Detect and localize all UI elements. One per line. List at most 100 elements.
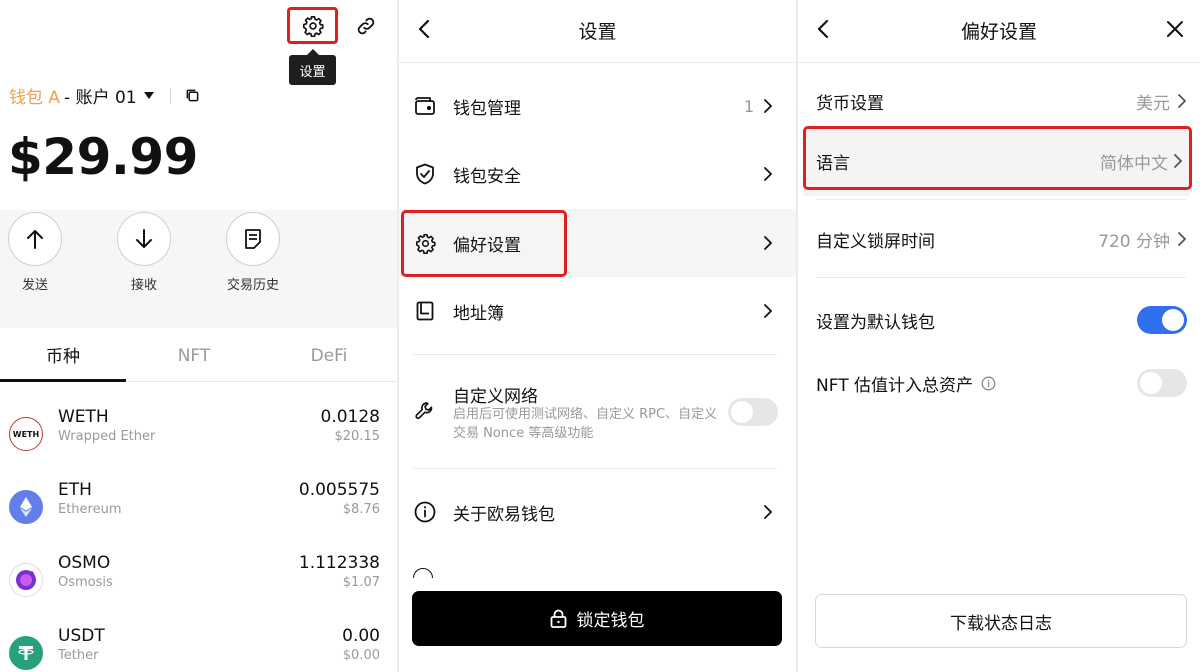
settings-header: 设置: [399, 0, 796, 60]
token-amount: 0.0128: [320, 407, 380, 427]
usdt-icon: [9, 636, 43, 670]
chevron-right-icon: [764, 99, 776, 113]
section-divider: [413, 468, 777, 469]
custom-network-description: 启用后可使用测试网络、自定义 RPC、自定义交易 Nonce 等高级功能: [453, 407, 718, 441]
section-divider: [816, 277, 1186, 278]
token-symbol: OSMO: [58, 553, 111, 573]
default-wallet-toggle[interactable]: [1137, 306, 1187, 334]
highlight-box: [401, 210, 567, 277]
header-divider: [399, 62, 796, 63]
token-symbol: WETH: [58, 407, 109, 427]
back-button[interactable]: [413, 17, 435, 41]
settings-item-label: 地址簿: [453, 303, 504, 324]
settings-item-wallet-management[interactable]: 钱包管理 1: [399, 72, 796, 140]
token-name: Ethereum: [58, 502, 122, 517]
token-name: Osmosis: [58, 575, 113, 590]
settings-item-wallet-security[interactable]: 钱包安全: [399, 140, 796, 208]
token-name: Wrapped Ether: [58, 429, 156, 444]
pref-item-label: 设置为默认钱包: [816, 312, 935, 333]
settings-item-about[interactable]: 关于欧易钱包: [399, 478, 796, 546]
shield-check-icon: [414, 163, 436, 185]
custom-network-toggle[interactable]: [728, 398, 778, 426]
token-amount: 1.112338: [298, 553, 380, 573]
chevron-left-icon: [418, 19, 430, 39]
history-icon: [245, 229, 261, 249]
pref-item-value: 720 分钟: [1098, 231, 1170, 252]
account-selector[interactable]: 钱包 A - 账户 01: [9, 83, 200, 108]
send-label: 发送: [21, 278, 48, 293]
settings-panel: 设置 钱包管理 1 钱包安全 偏好设置 地址簿 自定义网络 启用后可使用测试网络…: [399, 0, 796, 672]
token-row[interactable]: WETH WETH Wrapped Ether 0.0128 $20.15: [0, 407, 397, 473]
wrench-icon: [414, 400, 436, 426]
section-divider: [816, 199, 1186, 200]
wallet-panel: 设置 钱包 A - 账户 01 $29.99 发送 接收 交易历史 币种 NFT…: [0, 0, 397, 672]
arrow-down-icon: [136, 229, 152, 248]
token-usd-value: $20.15: [334, 429, 381, 444]
wallet-icon: [414, 95, 436, 117]
weth-icon-text: WETH: [12, 429, 40, 439]
token-name: Tether: [58, 648, 99, 663]
settings-item-label: 钱包安全: [453, 166, 521, 187]
nft-valuation-toggle[interactable]: [1137, 369, 1187, 397]
settings-item-label: 钱包管理: [453, 98, 521, 119]
token-usd-value: $0.00: [342, 648, 380, 663]
receive-label: 接收: [130, 278, 157, 293]
page-title: 偏好设置: [960, 20, 1037, 43]
send-action[interactable]: 发送: [5, 212, 65, 293]
lock-wallet-label: 锁定钱包: [576, 611, 645, 631]
close-button[interactable]: [1164, 17, 1186, 41]
token-symbol: USDT: [58, 626, 105, 646]
token-usd-value: $8.76: [342, 502, 380, 517]
wallet-name: 钱包 A: [9, 88, 61, 108]
token-row[interactable]: USDT Tether 0.00 $0.00: [0, 626, 397, 672]
token-amount: 0.005575: [298, 480, 380, 500]
address-book-icon: [414, 300, 436, 322]
pref-item-default-wallet: 设置为默认钱包: [798, 285, 1200, 355]
asset-tabs: 币种 NFT DeFi: [0, 330, 397, 382]
nft-valuation-label: NFT 估值计入总资产: [816, 375, 973, 396]
custom-network-label: 自定义网络: [453, 387, 538, 407]
pref-item-nft-valuation: NFT 估值计入总资产: [798, 348, 1200, 418]
settings-item-label: 关于欧易钱包: [453, 504, 555, 525]
page-title: 设置: [578, 20, 617, 43]
dropdown-caret-icon: [143, 92, 154, 99]
weth-icon: WETH: [9, 417, 43, 451]
info-icon: [414, 501, 436, 523]
download-logs-button[interactable]: 下载状态日志: [815, 594, 1187, 648]
divider: [169, 87, 171, 104]
token-row[interactable]: ETH Ethereum 0.005575 $8.76: [0, 480, 397, 546]
token-row[interactable]: OSMO Osmosis 1.112338 $1.07: [0, 553, 397, 619]
chevron-right-icon: [764, 304, 776, 318]
total-balance: $29.99: [8, 128, 198, 186]
receive-action[interactable]: 接收: [114, 212, 174, 293]
chevron-right-icon: [764, 167, 776, 181]
back-button[interactable]: [812, 17, 834, 41]
chevron-right-icon: [1178, 204, 1186, 274]
pref-item-label: NFT 估值计入总资产: [816, 348, 996, 418]
history-action[interactable]: 交易历史: [223, 212, 283, 293]
tab-defi[interactable]: DeFi: [266, 330, 392, 382]
osmo-icon: [9, 563, 43, 597]
highlight-box: [803, 126, 1192, 190]
close-icon: [1167, 21, 1183, 37]
history-label: 交易历史: [226, 278, 279, 293]
tab-tokens[interactable]: 币种: [0, 330, 126, 382]
copy-icon[interactable]: [185, 88, 200, 103]
tab-nft[interactable]: NFT: [131, 330, 257, 382]
pref-item-lock-time[interactable]: 自定义锁屏时间 720 分钟: [798, 204, 1200, 274]
settings-button[interactable]: [287, 7, 338, 44]
partially-hidden-row-icon: [413, 566, 447, 578]
wallet-count: 1: [743, 96, 754, 116]
lock-wallet-button[interactable]: 锁定钱包: [412, 591, 782, 646]
settings-item-address-book[interactable]: 地址簿: [399, 277, 796, 345]
link-icon: [357, 17, 375, 35]
account-name: - 账户 01: [64, 88, 137, 108]
info-icon[interactable]: [981, 376, 996, 391]
lock-icon: [550, 609, 566, 628]
chevron-left-icon: [817, 19, 829, 39]
token-symbol: ETH: [58, 480, 92, 500]
preferences-header: 偏好设置: [798, 0, 1200, 60]
pref-item-label: 自定义锁屏时间: [816, 231, 935, 252]
connect-link-button[interactable]: [352, 12, 380, 40]
chevron-right-icon: [764, 505, 776, 519]
